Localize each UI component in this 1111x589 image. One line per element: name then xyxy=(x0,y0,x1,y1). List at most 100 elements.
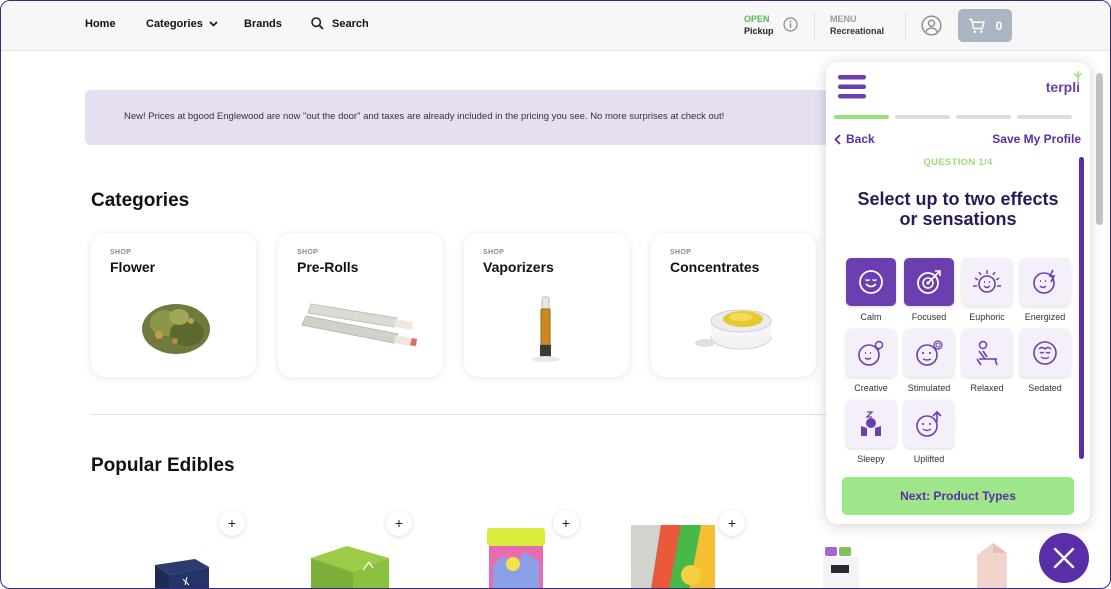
category-shop-label: SHOP xyxy=(297,249,319,256)
calm-icon xyxy=(859,270,883,294)
sedated-icon xyxy=(1033,341,1057,365)
nav-categories-dropdown[interactable]: Categories xyxy=(146,18,218,30)
edible-product-image[interactable] xyxy=(485,526,547,589)
terpli-quiz-panel: terpli Back Save My Profile QUESTION 1/4… xyxy=(826,62,1090,524)
effect-option-stimulated[interactable]: Stimulated xyxy=(903,329,955,393)
effect-option-sleepy[interactable]: Sleepy xyxy=(845,400,897,464)
nav-search-button[interactable]: Search xyxy=(311,17,369,30)
cart-icon xyxy=(968,18,985,33)
browser-frame: Home Categories Brands Search OPEN Picku… xyxy=(0,0,1111,589)
back-label: Back xyxy=(846,132,875,146)
status-open-text: OPEN xyxy=(744,14,770,24)
nav-divider xyxy=(814,12,815,40)
page-scrollbar-thumb[interactable] xyxy=(1096,73,1103,225)
hamburger-menu-icon[interactable] xyxy=(838,75,866,99)
user-account-icon[interactable] xyxy=(921,15,942,36)
effect-option-focused[interactable]: Focused xyxy=(903,258,955,322)
effect-label: Sleepy xyxy=(857,454,885,464)
effect-tile xyxy=(846,329,896,377)
effect-label: Focused xyxy=(911,312,947,322)
cart-count: 0 xyxy=(995,18,1003,33)
next-product-types-button[interactable]: Next: Product Types xyxy=(842,477,1074,515)
effect-tile xyxy=(962,329,1012,377)
effect-tile xyxy=(904,258,954,306)
page-scrollbar[interactable] xyxy=(1096,51,1107,586)
effect-label: Sedated xyxy=(1028,383,1062,393)
effect-label: Energized xyxy=(1024,312,1066,322)
effect-label: Stimulated xyxy=(907,383,951,393)
popular-edibles-heading: Popular Edibles xyxy=(91,455,235,476)
category-name: Pre-Rolls xyxy=(297,259,359,275)
effect-tile xyxy=(962,258,1012,306)
terpli-logo: terpli xyxy=(1046,71,1083,95)
category-name: Concentrates xyxy=(670,259,760,275)
store-status[interactable]: OPEN Pickup xyxy=(744,13,774,37)
category-name: Vaporizers xyxy=(483,259,554,275)
effect-tile xyxy=(846,258,896,306)
vape-cartridge-image xyxy=(532,296,560,362)
creative-icon xyxy=(858,340,884,366)
edible-product-image[interactable] xyxy=(821,547,861,589)
edible-product-image[interactable] xyxy=(149,559,211,589)
edible-product-image[interactable] xyxy=(307,544,393,589)
effect-tile xyxy=(904,329,954,377)
edible-product-image[interactable] xyxy=(631,525,715,589)
add-to-cart-button[interactable]: + xyxy=(719,510,745,536)
category-name: Flower xyxy=(110,259,156,275)
category-card-flower[interactable]: SHOP Flower xyxy=(91,233,256,377)
search-icon xyxy=(311,17,324,30)
relaxed-icon xyxy=(976,340,998,366)
add-to-cart-button[interactable]: + xyxy=(386,510,412,536)
quiz-progress-bar xyxy=(834,115,1072,119)
section-divider xyxy=(90,414,850,415)
menu-value: Recreational xyxy=(830,26,885,36)
add-to-cart-button[interactable]: + xyxy=(553,510,579,536)
effect-tile xyxy=(1020,329,1070,377)
effect-option-creative[interactable]: Creative xyxy=(845,329,897,393)
info-icon[interactable] xyxy=(783,17,798,32)
back-button[interactable]: Back xyxy=(834,132,875,146)
nav-categories-label: Categories xyxy=(146,18,203,30)
focused-icon xyxy=(917,270,941,294)
question-counter: QUESTION 1/4 xyxy=(923,157,993,168)
effect-option-energized[interactable]: Energized xyxy=(1019,258,1071,322)
cart-button[interactable]: 0 xyxy=(958,9,1012,42)
flower-bud-image xyxy=(142,304,210,354)
effect-label: Calm xyxy=(860,312,882,322)
stimulated-icon xyxy=(916,340,943,366)
effect-option-relaxed[interactable]: Relaxed xyxy=(961,329,1013,393)
energized-icon xyxy=(1033,269,1056,294)
menu-label: MENU xyxy=(830,14,857,24)
concentrate-jar-image xyxy=(695,309,772,350)
announcement-banner: New! Prices at bgood Englewood are now "… xyxy=(85,90,845,145)
effect-tile xyxy=(846,400,896,448)
prompt-line-2: or sensations xyxy=(899,209,1017,229)
close-terpli-button[interactable] xyxy=(1039,533,1089,583)
effect-tile xyxy=(1020,258,1070,306)
sleepy-icon xyxy=(861,411,881,436)
chevron-left-icon xyxy=(834,133,841,145)
effect-label: Euphoric xyxy=(969,312,1005,322)
effect-label: Creative xyxy=(854,383,888,393)
effect-option-sedated[interactable]: Sedated xyxy=(1019,329,1071,393)
category-card-concentrates[interactable]: SHOP Concentrates xyxy=(651,233,816,377)
prompt-line-1: Select up to two effects xyxy=(857,189,1059,209)
progress-segment xyxy=(956,115,1011,119)
chevron-down-icon xyxy=(209,21,218,27)
status-pickup-text: Pickup xyxy=(744,26,774,36)
nav-brands-link[interactable]: Brands xyxy=(244,18,282,30)
effect-option-uplifted[interactable]: Uplifted xyxy=(903,400,955,464)
leaf-icon xyxy=(1073,71,1083,83)
nav-home-link[interactable]: Home xyxy=(85,18,116,30)
progress-segment xyxy=(834,115,889,119)
close-icon xyxy=(1053,547,1075,569)
add-to-cart-button[interactable]: + xyxy=(219,510,245,536)
category-card-pre-rolls[interactable]: SHOP Pre-Rolls xyxy=(278,233,443,377)
effect-option-euphoric[interactable]: Euphoric xyxy=(961,258,1013,322)
effect-option-calm[interactable]: Calm xyxy=(845,258,897,322)
save-profile-button[interactable]: Save My Profile xyxy=(992,132,1081,146)
category-card-vaporizers[interactable]: SHOP Vaporizers xyxy=(464,233,629,377)
menu-type-selector[interactable]: MENU Recreational xyxy=(830,13,884,37)
edible-product-image[interactable] xyxy=(973,541,1009,589)
pre-roll-image xyxy=(301,303,417,347)
